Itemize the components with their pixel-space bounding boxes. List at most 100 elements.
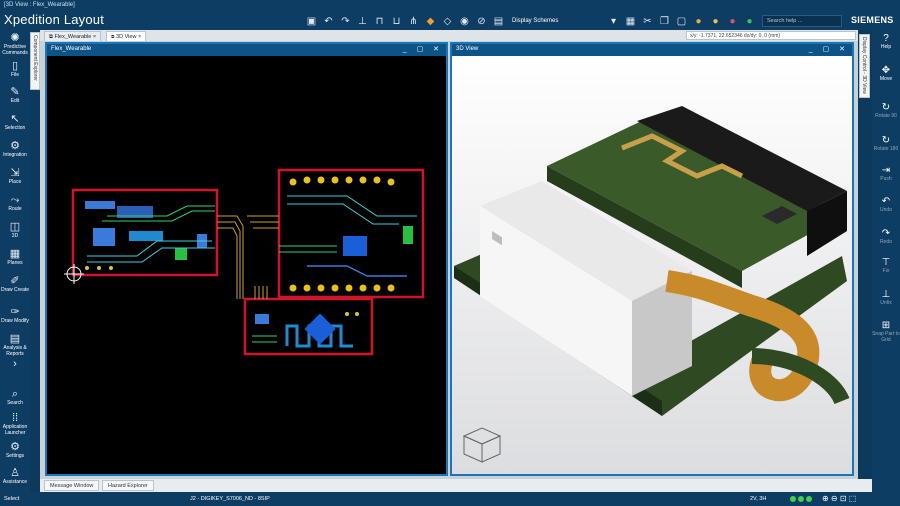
zoom-controls[interactable]: ⊕ ⊖ ⊡ ⬚ — [822, 494, 856, 503]
rail-item-redo[interactable]: ↷ Redo — [872, 228, 900, 245]
display-control-tab[interactable]: Display Control - 3D View — [859, 34, 870, 98]
workspace: Flex_Wearable _ ▢ ✕ 3D View _ ▢ ✕ — [40, 41, 858, 479]
view3d-window: 3D View _ ▢ ✕ — [450, 42, 854, 476]
rail-item-edit[interactable]: ✎ Edit — [0, 86, 30, 104]
window-title: [3D View : Flex_Wearable] — [4, 2, 75, 8]
stop-icon[interactable]: ● — [727, 16, 738, 27]
rotate-icon: ↻ — [881, 135, 891, 146]
unlock-icon[interactable]: ⊔ — [391, 16, 402, 27]
gear-icon: ⚙ — [10, 441, 20, 453]
window-controls[interactable]: _ ▢ ✕ — [403, 45, 443, 53]
rail-expand[interactable]: › — [0, 358, 30, 370]
board-outline-right — [277, 168, 425, 299]
rail-item-push[interactable]: ⇥ Push — [872, 165, 900, 182]
status-mode: Select — [4, 496, 20, 502]
lock-icon[interactable]: ⊓ — [374, 16, 385, 27]
right-board-circuitry — [279, 176, 417, 292]
status-grid: 2V, 3H — [750, 496, 767, 502]
layout-window: Flex_Wearable _ ▢ ✕ — [45, 42, 448, 476]
hide-icon[interactable]: ⊘ — [476, 16, 487, 27]
view3d-window-header: 3D View _ ▢ ✕ — [452, 44, 852, 56]
rail-item-file[interactable]: ▯ File — [0, 60, 30, 78]
inquire-icon[interactable]: ● — [710, 16, 721, 27]
unhighlight-icon[interactable]: ◇ — [442, 16, 453, 27]
cursor-icon: ↖ — [10, 113, 20, 125]
rail-item-snap[interactable]: ⊞ Snap Part to Grid — [872, 320, 900, 343]
show-icon[interactable]: ◉ — [459, 16, 470, 27]
crosshair-cursor — [64, 264, 84, 284]
report-icon[interactable]: ▦ — [625, 16, 636, 27]
push-icon: ⇥ — [881, 165, 891, 176]
rail-item-help[interactable]: ? Help — [872, 33, 900, 50]
align-icon[interactable]: ⋔ — [408, 16, 419, 27]
rail-item-place[interactable]: ⇲ Place — [0, 167, 30, 185]
3d-viewport[interactable] — [452, 56, 852, 474]
redo-icon: ↷ — [881, 228, 891, 239]
rail-item-route[interactable]: ⤳ Route — [0, 194, 30, 212]
search-icon: ⌕ — [11, 388, 19, 400]
rail-item-draw-modify[interactable]: ✑ Draw Modify — [0, 306, 30, 324]
rotate-icon: ↻ — [881, 102, 891, 113]
file-icon: ▯ — [11, 60, 19, 72]
filter-icon[interactable]: ● — [693, 16, 704, 27]
cube-icon: ◫ — [9, 221, 21, 233]
chevron-down-icon[interactable]: ▾ — [608, 16, 619, 27]
flex-traces — [217, 215, 279, 299]
right-command-rail: ? Help ✥ Move ↻ Rotate 90 ↻ Rotate 180 ⇥ Push… — [872, 30, 900, 492]
report-icon: ▤ — [9, 333, 21, 345]
unfix-icon: ⊥ — [881, 289, 891, 300]
rail-item-selection[interactable]: ↖ Selection — [0, 113, 30, 131]
pencil-icon: ✎ — [10, 86, 20, 98]
window-controls[interactable]: _ ▢ ✕ — [809, 45, 849, 53]
status-indicator — [798, 496, 804, 502]
close-icon[interactable]: × — [138, 34, 141, 40]
paste-icon[interactable]: ▢ — [676, 16, 687, 27]
coordinate-readout: x/y: -1.7371, 22.652346 dx/dy: 0, 0 (mm) — [686, 31, 856, 40]
rail-item-settings[interactable]: ⚙ Settings — [0, 441, 30, 459]
layout-window-header: Flex_Wearable _ ▢ ✕ — [47, 44, 446, 56]
rail-item-planes[interactable]: ▦ Planes — [0, 248, 30, 266]
undo-icon: ↶ — [881, 196, 891, 207]
tab-message-window[interactable]: Message Window — [44, 480, 100, 491]
rail-item-move[interactable]: ✥ Move — [872, 65, 900, 82]
rail-item-fix[interactable]: ⊤ Fix — [872, 257, 900, 274]
fix-icon: ⊤ — [881, 257, 891, 268]
person-icon: ♙ — [10, 467, 20, 479]
highlight-icon[interactable]: ◆ — [425, 16, 436, 27]
save-icon[interactable]: ▣ — [306, 16, 317, 27]
tab-flex-wearable[interactable]: ⧉ Flex_Wearable × — [44, 31, 102, 41]
status-bar: Select J2 - DIGIKEY_S7006_ND - 8SIP 2V, … — [0, 492, 900, 506]
rail-item-rotate-90[interactable]: ↻ Rotate 90 — [872, 102, 900, 119]
bottom-tab-bar: Message Window Hazard Explorer — [40, 479, 872, 492]
search-input[interactable]: Search help ... — [762, 15, 842, 27]
status-indicator — [790, 496, 796, 502]
rail-item-3d[interactable]: ◫ 3D — [0, 221, 30, 239]
undo-icon[interactable]: ↶ — [323, 16, 334, 27]
tab-hazard-explorer[interactable]: Hazard Explorer — [102, 480, 154, 491]
component-explorer-tab[interactable]: Component Explorer — [30, 32, 40, 90]
rail-item-draw-create[interactable]: ✐ Draw Create — [0, 275, 30, 293]
app-name: Xpedition Layout — [4, 12, 105, 27]
redo-icon[interactable]: ↷ — [340, 16, 351, 27]
rail-item-search[interactable]: ⌕ Search — [0, 388, 30, 406]
rail-item-unfix[interactable]: ⊥ Unfix — [872, 289, 900, 306]
pcb-layout-canvas[interactable] — [47, 56, 446, 474]
check-icon[interactable]: ● — [744, 16, 755, 27]
rail-item-app-launcher[interactable]: ⁞⁞ Application Launcher — [0, 412, 30, 436]
cut-icon[interactable]: ✂ — [642, 16, 653, 27]
display-schemes-icon[interactable]: ▤ — [493, 16, 504, 27]
tab-3d-view[interactable]: ⧈ 3D View × — [106, 31, 147, 41]
rail-item-predictive[interactable]: ✺ Predictive Commands — [0, 32, 30, 56]
rail-item-integration[interactable]: ⚙ Integration — [0, 140, 30, 158]
rail-item-assistance[interactable]: ♙ Assistance — [0, 467, 30, 485]
rail-item-rotate-180[interactable]: ↻ Rotate 180 — [872, 135, 900, 152]
snap-icon: ⊞ — [881, 320, 891, 331]
pin-icon[interactable]: ⊥ — [357, 16, 368, 27]
display-schemes-dropdown[interactable]: Display Schemes — [512, 18, 608, 24]
rail-item-undo[interactable]: ↶ Undo — [872, 196, 900, 213]
draw-modify-icon: ✑ — [10, 306, 20, 318]
copy-icon[interactable]: ❐ — [659, 16, 670, 27]
rail-item-analysis[interactable]: ▤ Analysis & Reports — [0, 333, 30, 357]
close-icon[interactable]: × — [93, 34, 96, 40]
grid-icon: ⁞⁞ — [11, 412, 19, 424]
